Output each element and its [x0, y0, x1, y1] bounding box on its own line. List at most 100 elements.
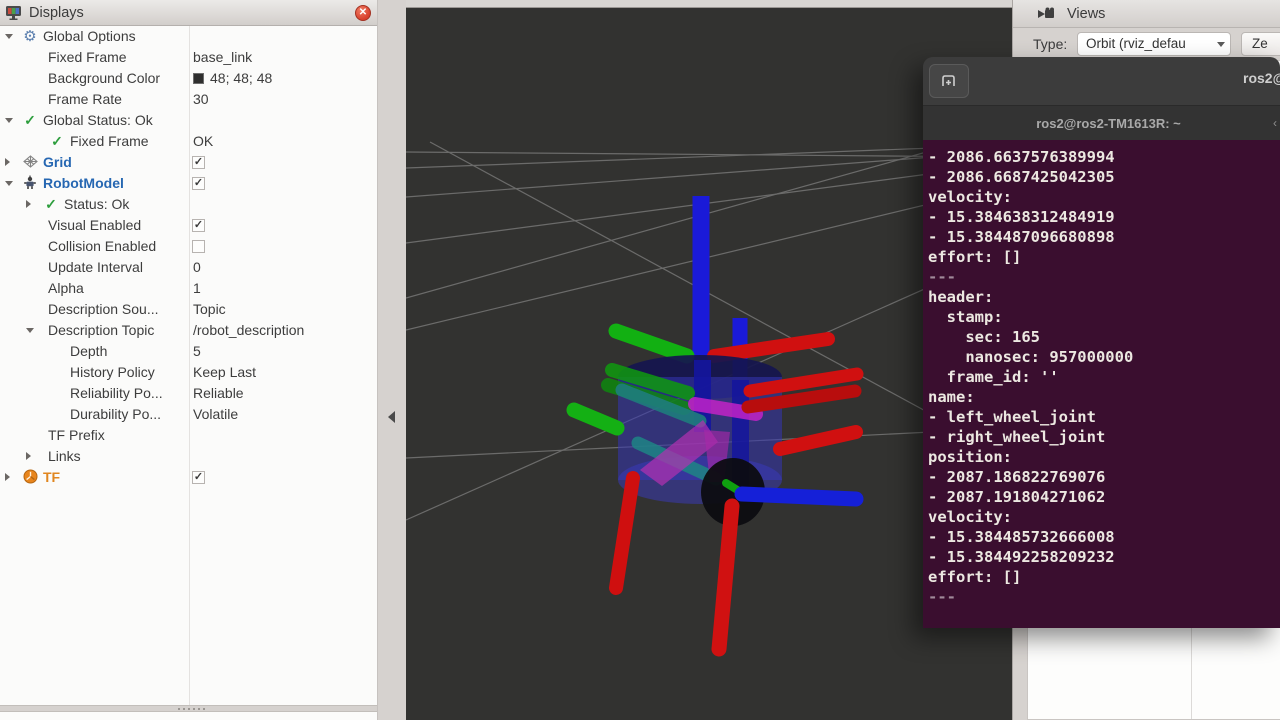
view-type-dropdown[interactable]: Orbit (rviz_defau: [1077, 32, 1231, 56]
terminal-tab-bar: ros2@ros2-TM1613R: ~ ‹: [923, 105, 1280, 140]
expand-collapse-arrow-icon[interactable]: [5, 34, 13, 39]
panel-gutter: [377, 0, 406, 720]
tree-row-value: 0: [193, 259, 201, 275]
terminal-tab[interactable]: ros2@ros2-TM1613R: ~: [1022, 116, 1181, 131]
tree-row-label: Frame Rate: [48, 91, 122, 107]
expand-expand-arrow-icon[interactable]: [5, 158, 10, 166]
tree-row-visual-enabled[interactable]: Visual Enabled ✓: [0, 215, 376, 236]
lower-panel-edge: [0, 712, 377, 720]
check-icon: ✓: [21, 112, 39, 128]
tree-row-value: Keep Last: [193, 364, 256, 380]
expand-expand-arrow-icon[interactable]: [5, 473, 10, 481]
expand-expand-arrow-icon[interactable]: [26, 452, 31, 460]
tree-row-label: Grid: [43, 154, 72, 170]
expand-collapse-arrow-icon[interactable]: [5, 181, 13, 186]
terminal-line: - 2087.191804271062: [928, 487, 1280, 507]
tree-row-grid[interactable]: Grid ✓: [0, 152, 376, 173]
tree-row-background-color[interactable]: Background Color48; 48; 48: [0, 68, 376, 89]
tree-row-description-topic[interactable]: Description Topic/robot_description: [0, 320, 376, 341]
tab-scroll-icon[interactable]: ‹: [1273, 116, 1277, 130]
tree-row-reliability-po[interactable]: Reliability Po...Reliable: [0, 383, 376, 404]
tree-row-depth[interactable]: Depth5: [0, 341, 376, 362]
terminal-line: - 15.384485732666008: [928, 527, 1280, 547]
views-panel-title: Views: [1067, 6, 1105, 22]
tree-row-description-sou[interactable]: Description Sou... Topic: [0, 299, 376, 320]
row-checkbox[interactable]: ✓: [192, 156, 205, 169]
tree-row-global-status-ok[interactable]: ✓Global Status: Ok: [0, 110, 376, 131]
tree-row-value: OK: [193, 133, 213, 149]
tree-row-global-options[interactable]: ⚙Global Options: [0, 26, 376, 47]
tree-row-label: Fixed Frame: [48, 49, 127, 65]
terminal-line: - 2086.6687425042305: [928, 167, 1280, 187]
horizontal-splitter[interactable]: [0, 705, 406, 712]
terminal-headerbar[interactable]: ros2@: [923, 57, 1280, 105]
tree-row-durability-po[interactable]: Durability Po...Volatile: [0, 404, 376, 425]
terminal-line: header:: [928, 287, 1280, 307]
zero-button[interactable]: Ze: [1241, 32, 1280, 56]
new-tab-button[interactable]: [929, 64, 969, 98]
terminal-output[interactable]: - 2086.6637576389994- 2086.6687425042305…: [923, 140, 1280, 628]
row-checkbox[interactable]: ✓: [192, 471, 205, 484]
row-checkbox[interactable]: ✓: [192, 219, 205, 232]
check-icon: ✓: [42, 196, 60, 212]
terminal-line: - 15.384492258209232: [928, 547, 1280, 567]
expand-collapse-arrow-icon[interactable]: [5, 118, 13, 123]
row-checkbox[interactable]: ✓: [192, 177, 205, 190]
tree-row-links[interactable]: Links: [0, 446, 376, 467]
displays-icon: [5, 5, 23, 21]
terminal-line: stamp:: [928, 307, 1280, 327]
terminal-line: position:: [928, 447, 1280, 467]
collapse-left-arrow-icon[interactable]: [388, 411, 395, 423]
3d-scene: [406, 0, 1012, 720]
terminal-line: - 15.384487096680898: [928, 227, 1280, 247]
tree-row-label: Visual Enabled: [48, 217, 141, 233]
tree-row-history-policy[interactable]: History PolicyKeep Last: [0, 362, 376, 383]
tree-row-status-ok[interactable]: ✓Status: Ok: [0, 194, 376, 215]
tree-row-label: Alpha: [48, 280, 84, 296]
expand-expand-arrow-icon[interactable]: [26, 200, 31, 208]
terminal-line: sec: 165: [928, 327, 1280, 347]
terminal-line: name:: [928, 387, 1280, 407]
view-type-value: Orbit (rviz_defau: [1086, 36, 1186, 51]
tree-row-label: Description Topic: [48, 322, 154, 338]
displays-tree: ⚙Global OptionsFixed Framebase_linkBackg…: [0, 26, 377, 705]
tree-row-alpha[interactable]: Alpha 1: [0, 278, 376, 299]
tree-row-label: RobotModel: [43, 175, 124, 191]
tree-row-update-interval[interactable]: Update Interval 0: [0, 257, 376, 278]
terminal-line: nanosec: 957000000: [928, 347, 1280, 367]
tree-row-label: Update Interval: [48, 259, 143, 275]
tree-row-robotmodel[interactable]: RobotModel ✓: [0, 173, 376, 194]
tree-row-value: /robot_description: [193, 322, 304, 338]
tree-row-frame-rate[interactable]: Frame Rate 30: [0, 89, 376, 110]
tree-row-label: Background Color: [48, 70, 160, 86]
tree-row-fixed-frame[interactable]: ✓Fixed FrameOK: [0, 131, 376, 152]
displays-panel-header[interactable]: Displays ✕: [0, 0, 377, 26]
views-panel-header[interactable]: Views: [1013, 0, 1280, 28]
tree-row-label: Status: Ok: [64, 196, 129, 212]
terminal-line: velocity:: [928, 187, 1280, 207]
terminal-line: effort: []: [928, 567, 1280, 587]
tree-row-fixed-frame[interactable]: Fixed Framebase_link: [0, 47, 376, 68]
tree-row-tf-prefix[interactable]: TF Prefix: [0, 425, 376, 446]
displays-panel-title: Displays: [29, 5, 84, 21]
tree-row-label: Depth: [70, 343, 107, 359]
tree-row-label: TF: [43, 469, 60, 485]
tree-row-value: 1: [193, 280, 201, 296]
terminal-line: - left_wheel_joint: [928, 407, 1280, 427]
tree-row-label: Durability Po...: [70, 406, 161, 422]
terminal-line: effort: []: [928, 247, 1280, 267]
tree-row-value: 30: [193, 91, 209, 107]
tree-row-value: Topic: [193, 301, 226, 317]
check-icon: ✓: [48, 133, 66, 149]
terminal-line: ---: [928, 587, 1280, 607]
tree-row-label: Description Sou...: [48, 301, 159, 317]
tree-row-tf[interactable]: TF ✓: [0, 467, 376, 488]
gear-icon: ⚙: [21, 28, 39, 44]
tree-row-label: Global Status: Ok: [43, 112, 153, 128]
tree-row-label: Global Options: [43, 28, 136, 44]
row-checkbox[interactable]: [192, 240, 205, 253]
expand-collapse-arrow-icon[interactable]: [26, 328, 34, 333]
close-panel-button[interactable]: ✕: [355, 5, 371, 21]
type-label: Type:: [1033, 36, 1067, 52]
tree-row-collision-enabled[interactable]: Collision Enabled: [0, 236, 376, 257]
